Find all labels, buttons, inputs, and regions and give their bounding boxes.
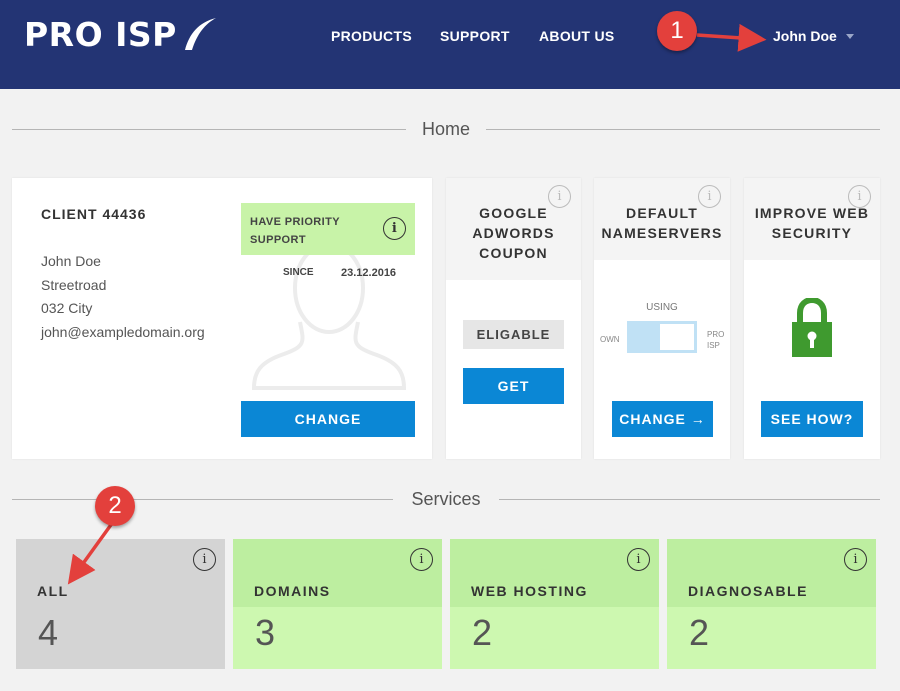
services-title: Services bbox=[411, 489, 481, 509]
service-count: 4 bbox=[38, 612, 59, 653]
service-count: 2 bbox=[472, 612, 493, 653]
adwords-card: GOOGLE ADWORDS COUPON i ELIGABLE GET bbox=[446, 178, 581, 459]
info-icon[interactable]: i bbox=[698, 185, 721, 208]
change-nameservers-button[interactable]: CHANGE → bbox=[612, 401, 713, 437]
client-email: john@exampledomain.org bbox=[41, 323, 205, 340]
annotation-badge-1: 1 bbox=[657, 11, 697, 51]
info-icon[interactable]: i bbox=[383, 217, 406, 240]
info-icon[interactable]: i bbox=[410, 548, 433, 571]
get-coupon-button[interactable]: GET bbox=[463, 368, 564, 404]
service-label: WEB HOSTING bbox=[471, 583, 588, 599]
client-name: John Doe bbox=[41, 253, 101, 269]
toggle-knob[interactable] bbox=[660, 324, 694, 350]
info-icon[interactable]: i bbox=[848, 185, 871, 208]
service-label: ALL bbox=[37, 583, 69, 599]
since-date: 23.12.2016 bbox=[341, 267, 397, 279]
user-menu[interactable]: John Doe bbox=[773, 0, 854, 72]
logo-text: PRO ISP bbox=[24, 14, 177, 54]
logo-swoosh-icon bbox=[184, 18, 216, 50]
user-name: John Doe bbox=[773, 28, 837, 44]
top-header: PRO ISP PRODUCTS SUPPORT ABOUT US John D… bbox=[0, 0, 900, 89]
padlock-icon bbox=[792, 298, 832, 357]
nav-about-us[interactable]: ABOUT US bbox=[539, 0, 615, 72]
priority-label: HAVE PRIORITY SUPPORT bbox=[250, 216, 340, 246]
divider bbox=[486, 129, 881, 130]
nav-products[interactable]: PRODUCTS bbox=[331, 0, 412, 72]
priority-support-badge: HAVE PRIORITY SUPPORT i bbox=[241, 203, 415, 255]
nameservers-card: DEFAULT NAMESERVERS i USING OWN PRO ISP … bbox=[594, 178, 730, 459]
info-icon[interactable]: i bbox=[627, 548, 650, 571]
info-icon[interactable]: i bbox=[548, 185, 571, 208]
logo[interactable]: PRO ISP bbox=[24, 14, 217, 54]
security-card: IMPROVE WEB SECURITY i SEE HOW? bbox=[744, 178, 880, 459]
client-card: CLIENT 44436 John Doe Streetroad 032 Cit… bbox=[12, 178, 432, 459]
home-title: Home bbox=[422, 119, 471, 139]
client-street: Streetroad bbox=[41, 276, 107, 293]
service-label: DIAGNOSABLE bbox=[688, 583, 808, 599]
caret-down-icon bbox=[845, 33, 854, 39]
service-label: DOMAINS bbox=[254, 583, 331, 599]
pro-isp-label: PRO ISP bbox=[707, 330, 725, 350]
using-label: USING bbox=[646, 302, 678, 313]
nameserver-toggle[interactable] bbox=[627, 321, 697, 353]
info-icon[interactable]: i bbox=[193, 548, 216, 571]
info-icon[interactable]: i bbox=[844, 548, 867, 571]
since-label: SINCE bbox=[283, 267, 314, 278]
service-count: 3 bbox=[255, 612, 276, 653]
own-label: OWN bbox=[600, 335, 620, 344]
change-client-button[interactable]: CHANGE bbox=[241, 401, 415, 437]
client-address: John Doe Streetroad 032 City john@exampl… bbox=[41, 250, 216, 344]
service-tile-domains[interactable]: i DOMAINS 3 bbox=[233, 539, 442, 669]
services-heading: Services bbox=[12, 489, 880, 510]
home-heading: Home bbox=[12, 119, 881, 140]
annotation-badge-2: 2 bbox=[95, 486, 135, 526]
service-tile-diagnosable[interactable]: i DIAGNOSABLE 2 bbox=[667, 539, 876, 669]
service-count: 2 bbox=[689, 612, 710, 653]
service-tile-all[interactable]: i ALL 4 bbox=[16, 539, 225, 669]
divider bbox=[12, 129, 406, 130]
divider bbox=[498, 499, 880, 500]
divider bbox=[12, 499, 394, 500]
nav-support[interactable]: SUPPORT bbox=[440, 0, 510, 72]
service-tile-web-hosting[interactable]: i WEB HOSTING 2 bbox=[450, 539, 659, 669]
client-title: CLIENT 44436 bbox=[41, 206, 147, 222]
client-city: 032 City bbox=[41, 300, 93, 316]
eligible-status: ELIGABLE bbox=[463, 320, 564, 349]
see-how-button[interactable]: SEE HOW? bbox=[761, 401, 863, 437]
